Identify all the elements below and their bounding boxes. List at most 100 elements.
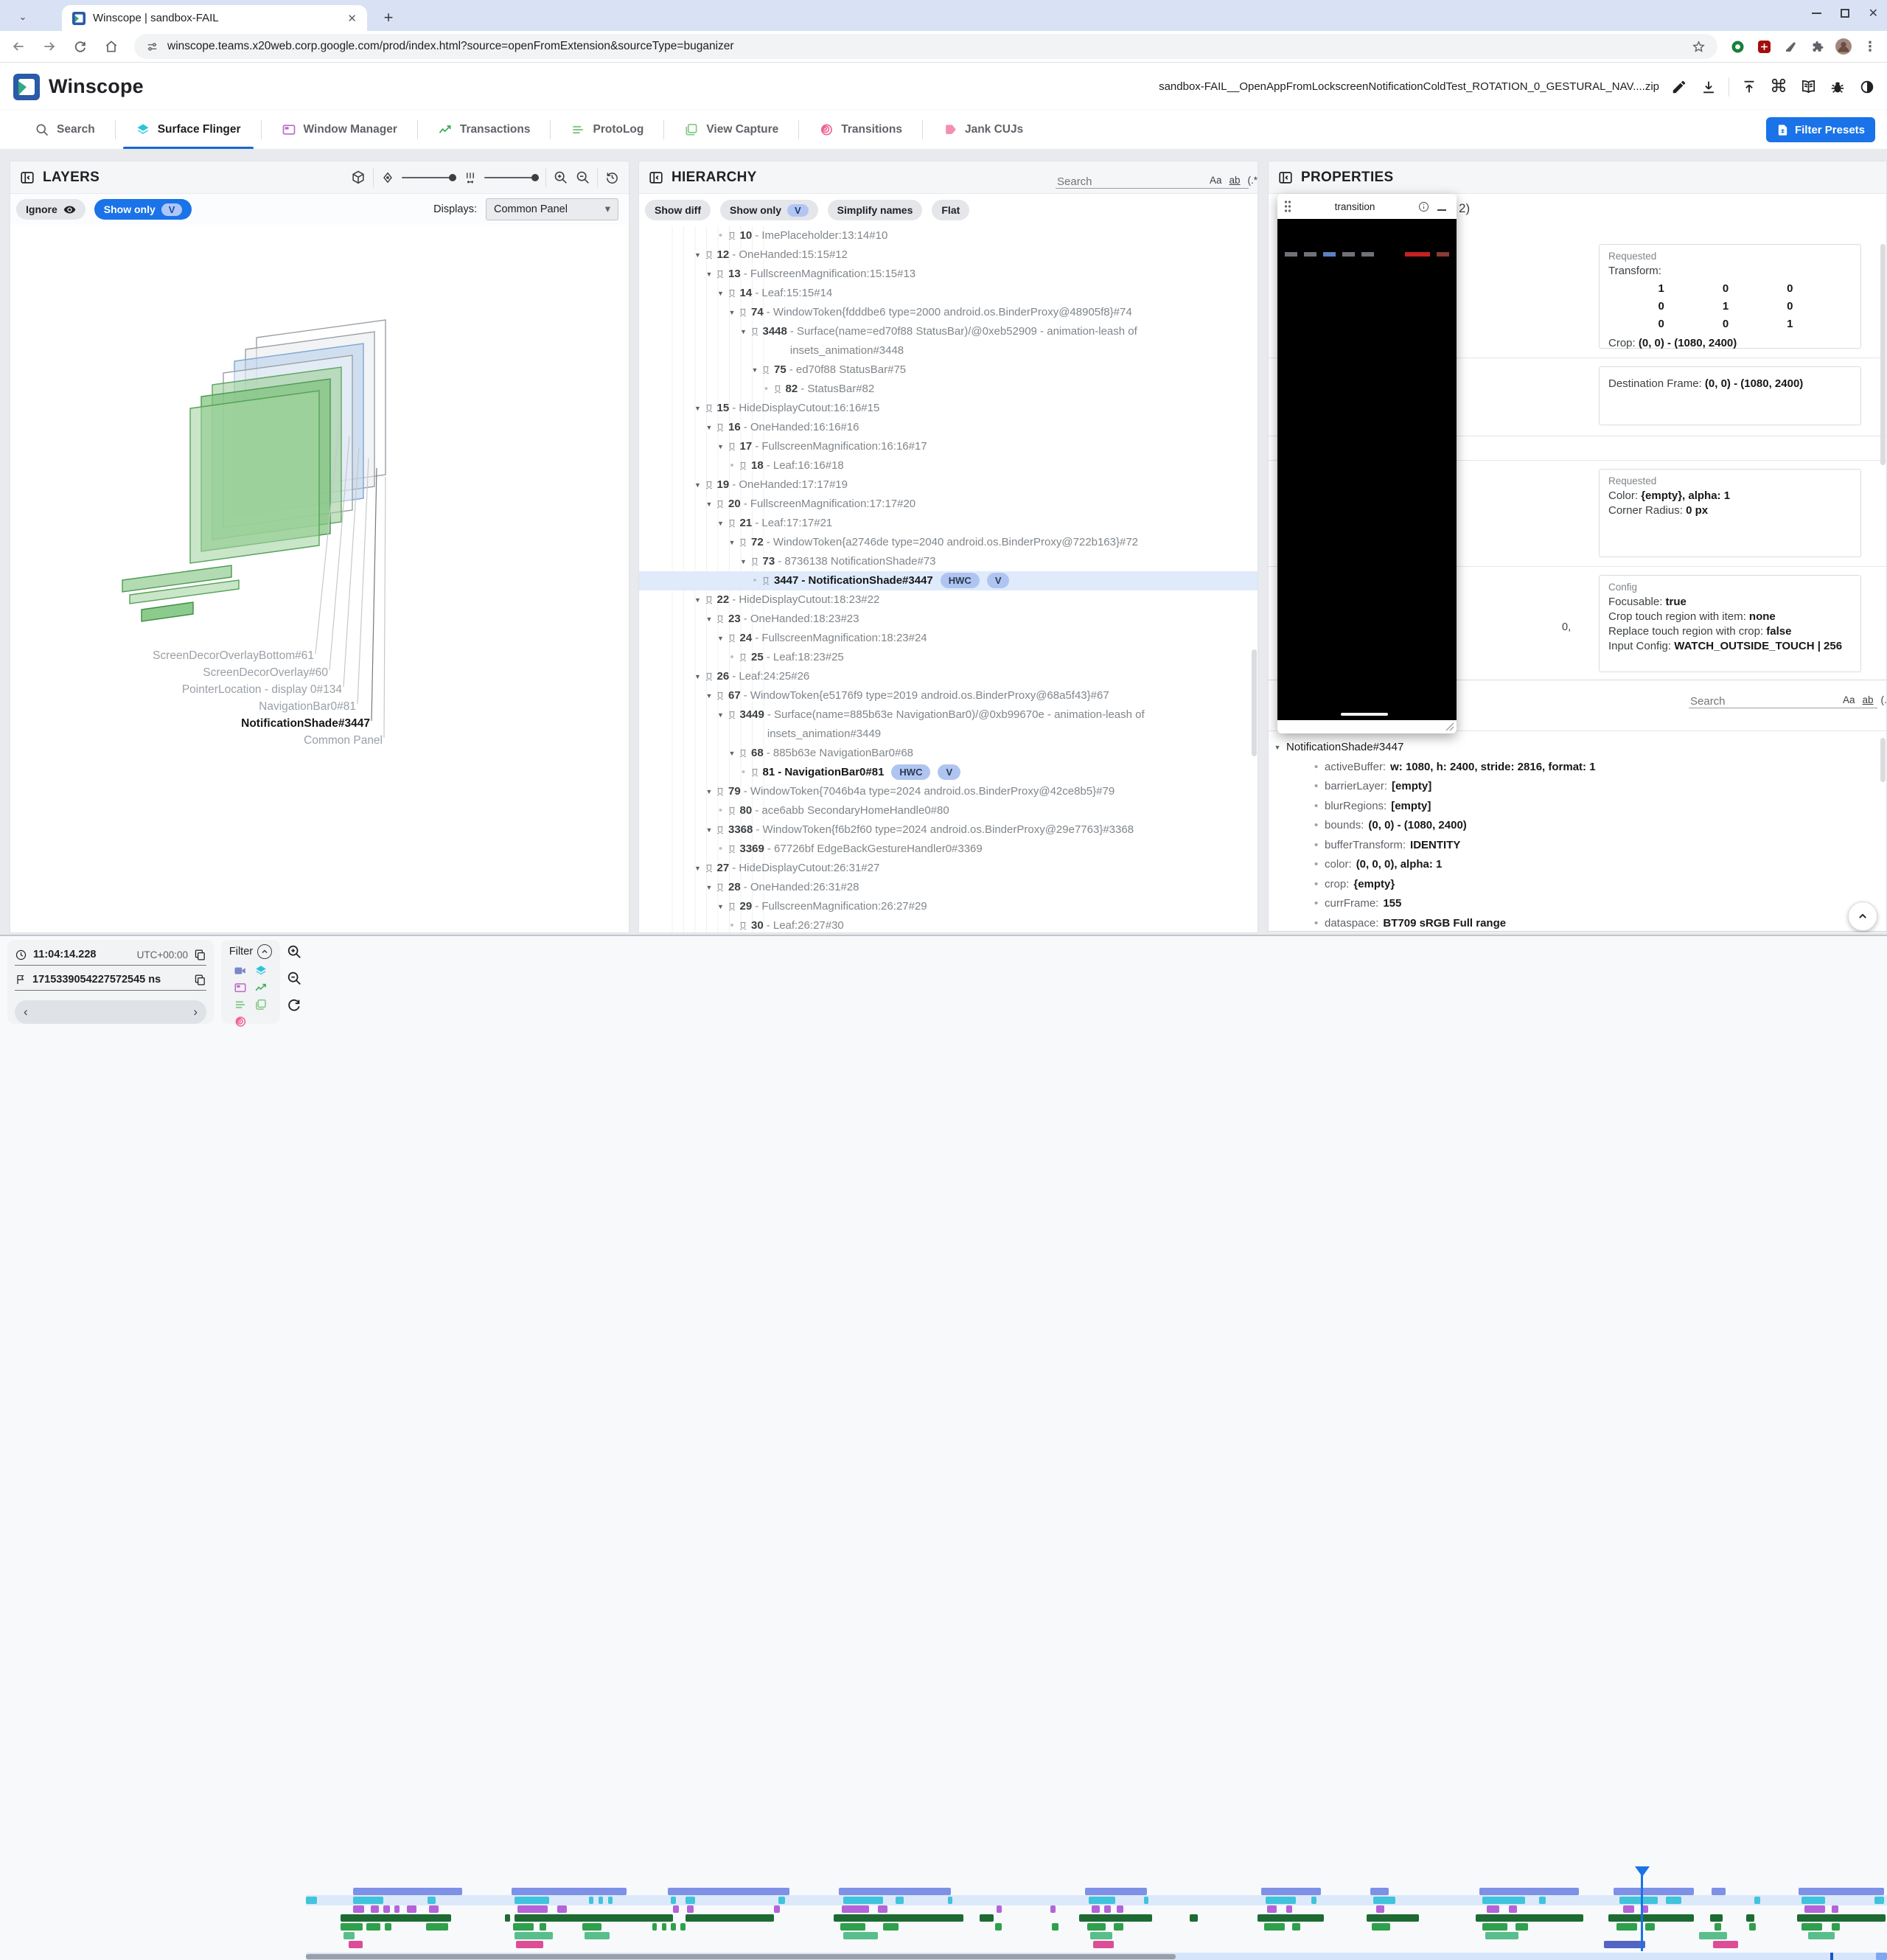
hierarchy-row[interactable]: •25 - Leaf:18:23#25 <box>639 648 1258 667</box>
pin-icon[interactable] <box>773 380 786 394</box>
hierarchy-row[interactable]: ▼29 - FullscreenMagnification:26:27#29 <box>639 897 1258 916</box>
property-row[interactable]: •dataspace:BT709 sRGB Full range <box>1269 914 1886 930</box>
zoom-in-icon[interactable] <box>553 170 568 185</box>
tab-transitions[interactable]: Transitions <box>799 111 922 149</box>
scrollbar-thumb[interactable] <box>1880 244 1886 465</box>
hierarchy-row[interactable]: ▼27 - HideDisplayCutout:26:31#27 <box>639 859 1258 878</box>
filter-presets-button[interactable]: Filter Presets <box>1766 117 1875 142</box>
hierarchy-row[interactable]: ▼3368 - WindowToken{f6b2f60 type=2024 an… <box>639 820 1258 840</box>
hierarchy-row[interactable]: ▼28 - OneHanded:26:31#28 <box>639 878 1258 897</box>
url-bar[interactable]: winscope.teams.x20web.corp.google.com/pr… <box>134 34 1717 59</box>
hierarchy-row[interactable]: ▼24 - FullscreenMagnification:18:23#24 <box>639 629 1258 648</box>
search-input[interactable] <box>1690 695 1837 708</box>
pin-icon[interactable] <box>728 284 740 298</box>
show-only-v-chip[interactable]: Show onlyV <box>720 200 818 220</box>
filter-transitions-icon[interactable] <box>234 1015 247 1028</box>
layers-3d-scene[interactable]: ScreenDecorOverlayBottom#61 ScreenDecorO… <box>10 225 629 932</box>
pin-icon[interactable] <box>705 590 717 604</box>
hierarchy-row[interactable]: ▼3448 - Surface(name=ed70f88 StatusBar)/… <box>639 322 1258 360</box>
pin-icon[interactable] <box>728 437 740 451</box>
property-row[interactable]: •bufferTransform:IDENTITY <box>1269 836 1886 856</box>
hierarchy-row[interactable]: ▼21 - Leaf:17:17#21 <box>639 514 1258 533</box>
filter-transactions-icon[interactable] <box>254 981 268 994</box>
hierarchy-row[interactable]: ▼67 - WindowToken{e5176f9 type=2019 andr… <box>639 686 1258 705</box>
search-input[interactable] <box>1057 175 1204 188</box>
3d-view-icon[interactable] <box>350 170 366 186</box>
pin-icon[interactable] <box>716 418 728 432</box>
pin-icon[interactable] <box>761 571 774 585</box>
hierarchy-row[interactable]: ▼17 - FullscreenMagnification:16:16#17 <box>639 437 1258 456</box>
pin-icon[interactable] <box>739 303 751 317</box>
pin-icon[interactable] <box>750 763 763 777</box>
pin-icon[interactable] <box>716 265 728 279</box>
hierarchy-row[interactable]: ▼12 - OneHanded:15:15#12 <box>639 245 1258 265</box>
scrollbar-thumb[interactable] <box>1880 738 1886 782</box>
hierarchy-row[interactable]: •10 - ImePlaceholder:13:14#10 <box>639 226 1258 245</box>
hierarchy-row[interactable]: ▼23 - OneHanded:18:23#23 <box>639 610 1258 629</box>
property-row[interactable]: •crop:{empty} <box>1269 875 1886 895</box>
hierarchy-row[interactable]: •18 - Leaf:16:16#18 <box>639 456 1258 475</box>
scrollbar-thumb[interactable] <box>306 1954 1176 1959</box>
scene-label[interactable]: ScreenDecorOverlay#60 <box>203 666 328 680</box>
collapse-filter-icon[interactable] <box>257 944 272 959</box>
ns-time-field[interactable]: 1715339054227572545 ns <box>15 969 206 991</box>
copy-icon[interactable] <box>194 949 206 961</box>
show-only-v-chip[interactable]: Show onlyV <box>94 199 192 220</box>
maximize-icon[interactable] <box>1841 9 1849 18</box>
pin-icon[interactable] <box>739 744 751 758</box>
tab-view-capture[interactable]: View Capture <box>664 111 798 149</box>
resize-handle-icon[interactable] <box>1445 722 1454 731</box>
hierarchy-row[interactable]: •81 - NavigationBar0#81HWCV <box>639 763 1258 782</box>
property-row[interactable]: •color:(0, 0, 0), alpha: 1 <box>1269 855 1886 875</box>
hierarchy-row[interactable]: ▼79 - WindowToken{7046b4a type=2024 andr… <box>639 782 1258 801</box>
docs-icon[interactable] <box>1799 77 1818 97</box>
tab-window-manager[interactable]: Window Manager <box>262 111 417 149</box>
tab-transactions[interactable]: Transactions <box>418 111 551 149</box>
pin-icon[interactable] <box>705 399 717 413</box>
pin-icon[interactable] <box>728 514 740 528</box>
extension-icon-green[interactable] <box>1728 37 1747 56</box>
filter-videocam-icon[interactable] <box>234 964 247 977</box>
hierarchy-row[interactable]: ▼20 - FullscreenMagnification:17:17#20 <box>639 495 1258 514</box>
upload-icon[interactable] <box>1740 77 1759 97</box>
frame-stepper[interactable]: ‹› <box>15 1000 206 1024</box>
pin-icon[interactable] <box>728 226 740 240</box>
theme-toggle-icon[interactable] <box>1858 77 1877 97</box>
pin-icon[interactable] <box>716 610 728 624</box>
home-icon[interactable] <box>99 34 124 59</box>
tab-jank-cujs[interactable]: Jank CUJs <box>923 111 1043 149</box>
timeline-zoom-in-icon[interactable] <box>286 944 302 960</box>
pin-icon[interactable] <box>705 667 717 681</box>
hierarchy-row[interactable]: •80 - ace6abb SecondaryHomeHandle0#80 <box>639 801 1258 820</box>
scene-label[interactable]: NavigationBar0#81 <box>259 700 356 714</box>
drag-handle-icon[interactable] <box>1283 200 1292 213</box>
hierarchy-row[interactable]: ▼68 - 885b63e NavigationBar0#68 <box>639 744 1258 763</box>
simplify-names-chip[interactable]: Simplify names <box>828 200 923 220</box>
pin-icon[interactable] <box>750 552 763 566</box>
ignore-chip[interactable]: Ignore <box>16 199 86 220</box>
new-tab-button[interactable]: + <box>377 7 400 29</box>
pin-icon[interactable] <box>716 495 728 509</box>
transition-overlay-window[interactable]: transition <box>1277 194 1457 733</box>
minimize-icon[interactable] <box>1812 13 1821 14</box>
collapse-panel-icon[interactable] <box>648 170 664 186</box>
filter-viewcapture-icon[interactable] <box>254 998 268 1011</box>
collapse-panel-icon[interactable] <box>19 170 35 186</box>
puzzle-extensions-icon[interactable] <box>1807 37 1827 56</box>
tab-search[interactable]: Search <box>15 111 115 149</box>
scrollbar-thumb[interactable] <box>1252 649 1257 756</box>
info-icon[interactable] <box>1417 200 1430 213</box>
scene-label[interactable]: Common Panel <box>304 734 383 747</box>
hierarchy-row[interactable]: ▼73 - 8736138 NotificationShade#73 <box>639 552 1258 571</box>
back-icon[interactable] <box>6 34 31 59</box>
pin-icon[interactable] <box>705 475 717 489</box>
filter-protolog-icon[interactable] <box>234 998 247 1011</box>
minimize-overlay-icon[interactable] <box>1437 209 1446 212</box>
property-row[interactable]: •blurRegions:[empty] <box>1269 797 1886 817</box>
pin-icon[interactable] <box>705 245 717 259</box>
timeline-zoom-out-icon[interactable] <box>286 970 302 986</box>
cursor-handle[interactable] <box>1635 1866 1650 1877</box>
bug-report-icon[interactable] <box>1828 77 1847 97</box>
hierarchy-row[interactable]: ▼72 - WindowToken{a2746de type=2040 andr… <box>639 533 1258 552</box>
pin-icon[interactable] <box>739 533 751 547</box>
